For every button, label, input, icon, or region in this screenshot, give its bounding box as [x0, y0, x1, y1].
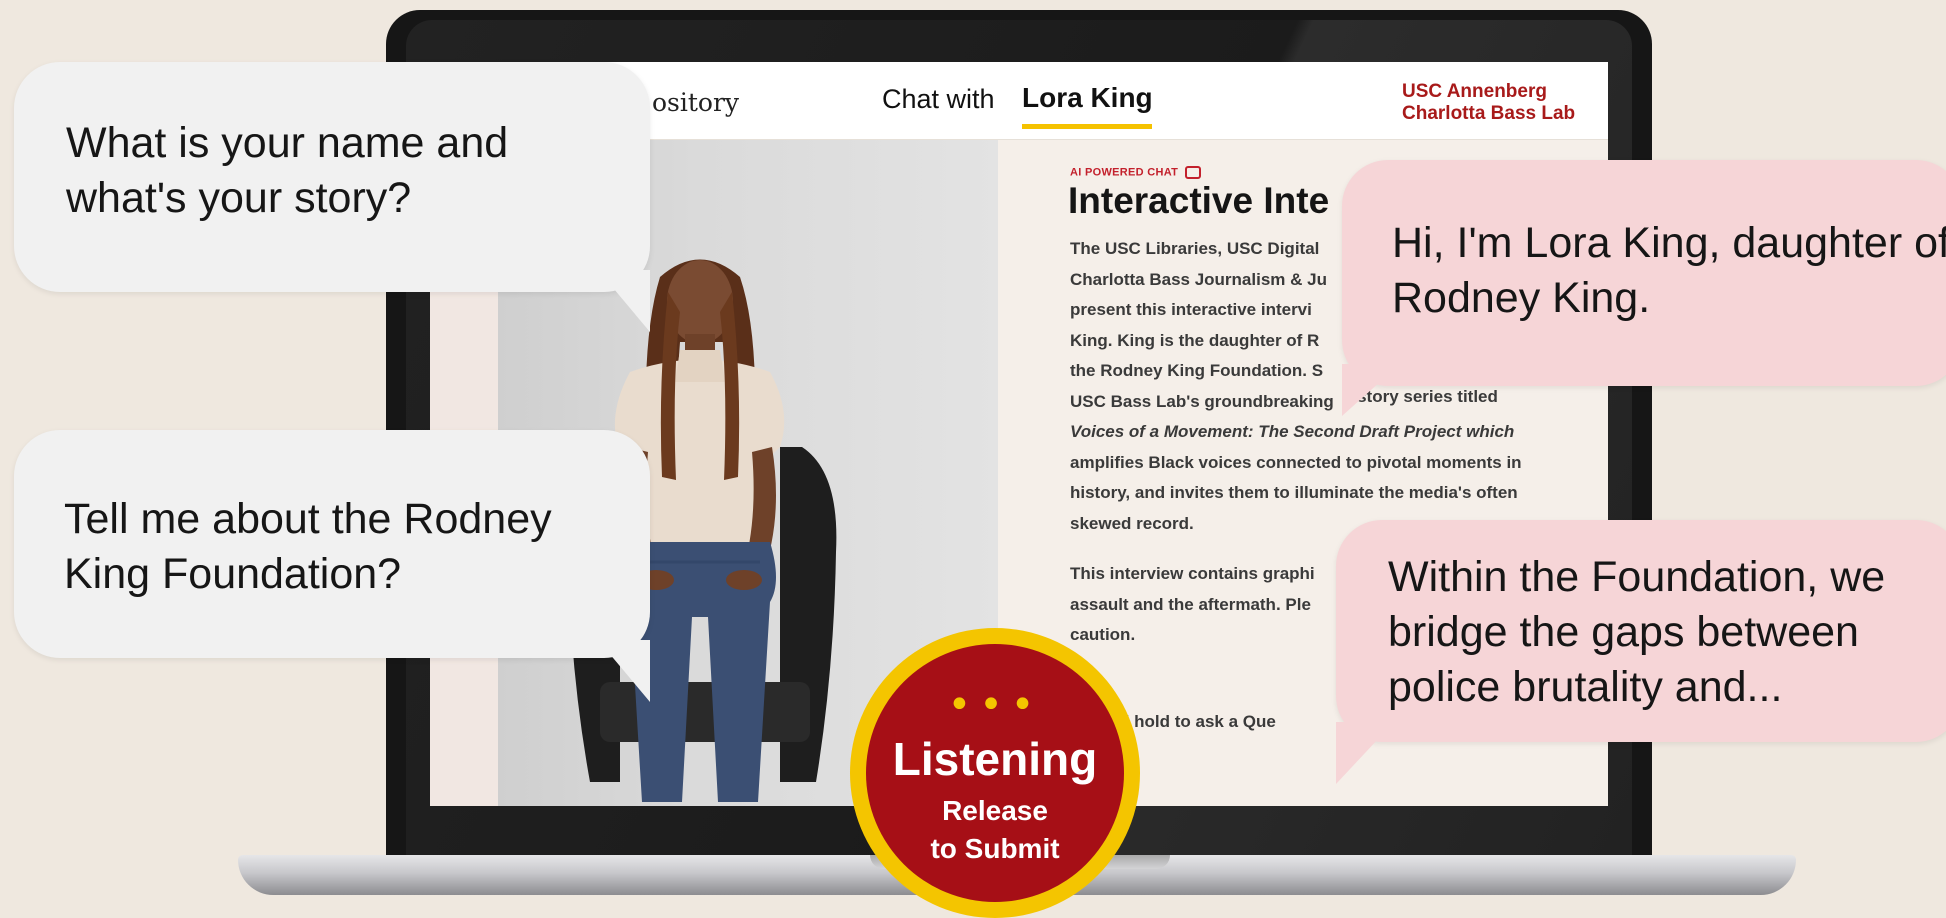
org-logo-line1[interactable]: USC Annenberg — [1402, 81, 1547, 103]
org-logo-line2[interactable]: Charlotta Bass Lab — [1402, 103, 1575, 125]
content-heading: Interactive Inte — [1068, 180, 1330, 221]
body-line: history, and invites them to illuminate … — [1070, 483, 1518, 502]
answer-bubble-2-tail — [1336, 722, 1394, 784]
answer-text-1: Hi, I'm Lora King, daughter of Rodney Ki… — [1392, 219, 1946, 322]
question-bubble-1: What is your name and what's your story? — [14, 62, 650, 292]
listening-title: Listening — [892, 733, 1098, 785]
listening-subtitle-line2: to Submit — [930, 833, 1060, 864]
listening-subtitle-line1: Release — [942, 795, 1048, 826]
question-bubble-2: Tell me about the Rodney King Foundation… — [14, 430, 650, 658]
chat-title-name[interactable]: Lora King — [1022, 82, 1153, 114]
question-bubble-1-tail — [598, 270, 650, 332]
active-tab-underline — [1022, 124, 1152, 129]
answer-bubble-1: Hi, I'm Lora King, daughter of Rodney Ki… — [1342, 160, 1946, 386]
question-bubble-2-tail — [598, 640, 650, 702]
listening-subtitle: Release to Submit — [866, 792, 1124, 868]
question-text-1: What is your name and what's your story? — [66, 119, 509, 222]
body-line: amplifies Black voices connected to pivo… — [1070, 452, 1522, 472]
question-text-2: Tell me about the Rodney King Foundation… — [64, 495, 552, 598]
listening-dots-icon: ••• — [947, 682, 1043, 728]
chat-bubble-icon — [1184, 166, 1201, 179]
nav-link-repository[interactable]: ository — [652, 88, 739, 117]
answer-bubble-2: Within the Foundation, we bridge the gap… — [1336, 520, 1946, 742]
ai-powered-chat-badge: AI POWERED CHAT — [1070, 166, 1201, 179]
body-line: Voices of a Movement: The Second Draft P… — [1070, 422, 1515, 441]
answer-bubble-1-tail — [1342, 364, 1400, 416]
answer-text-2: Within the Foundation, we bridge the gap… — [1388, 553, 1886, 711]
chat-title-prefix: Chat with — [882, 84, 995, 114]
